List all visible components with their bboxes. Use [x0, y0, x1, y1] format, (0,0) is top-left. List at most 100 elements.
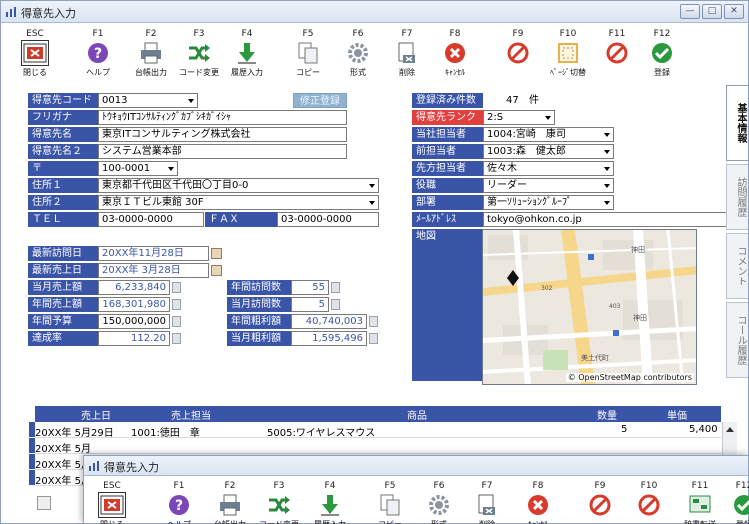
cancel-icon — [442, 41, 468, 65]
calculator-icon[interactable] — [331, 299, 340, 310]
toolbar-button-f12[interactable]: F12 登録 — [638, 28, 686, 84]
col-date[interactable]: 売上日 — [81, 407, 111, 422]
col-staff[interactable]: 売上担当 — [171, 407, 211, 422]
toolbar-button-f5[interactable]: F5 コピー — [284, 28, 332, 84]
code-select[interactable]: 0013 — [98, 93, 198, 108]
toolbar-button-f6[interactable]: F6 形式 — [334, 28, 382, 84]
rank-select[interactable]: 2:S — [483, 110, 555, 125]
year-sales-field[interactable]: 168,301,980 — [98, 297, 170, 312]
window-title: 得意先入力 — [21, 7, 76, 20]
calculator-icon[interactable] — [369, 316, 378, 327]
toolbar-button-f8[interactable]: F8 ｷｬﾝｾﾙ — [514, 480, 562, 524]
name-field[interactable]: 東京ITコンサルティング株式会社 — [98, 127, 347, 142]
dept-select[interactable]: 第一ｿﾘｭｰｼｮﾝｸﾞﾙｰﾌﾟ — [483, 195, 614, 210]
map-view[interactable]: 神田 302 神田 403 美土代町 © OpenStreetMap contr… — [482, 229, 697, 385]
toolbar-button-f9[interactable]: F9 — [494, 28, 542, 84]
col-qty[interactable]: 数量 — [597, 407, 617, 422]
fax-field[interactable]: 03-0000-0000 — [277, 212, 379, 227]
title-bar[interactable]: 得意先入力 — □ ✕ — [1, 1, 748, 23]
year-visits-field[interactable]: 55 — [291, 280, 329, 295]
toolbar-button-f11[interactable]: F11 辞書転送 — [676, 480, 724, 524]
month-sales-field[interactable]: 6,233,840 — [98, 280, 170, 295]
tab-call-history[interactable]: コール履歴 — [726, 302, 748, 378]
function-key-label: F10 — [640, 481, 658, 491]
toolbar-button-f3[interactable]: F3 コード変更 — [255, 480, 303, 524]
gear-icon — [426, 493, 452, 517]
toolbar-button-label: コピー — [366, 519, 414, 524]
maximize-button[interactable]: □ — [702, 4, 722, 19]
addr2-select[interactable]: 東京ＩＴビル東館 30F — [98, 195, 379, 210]
zip-select[interactable]: 100-0001 — [98, 161, 178, 176]
toolbar-button-f5[interactable]: F5 コピー — [366, 480, 414, 524]
tab-basic-info[interactable]: 基本情報 — [726, 85, 748, 161]
calendar-icon[interactable] — [211, 265, 222, 276]
toolbar-button-f3[interactable]: F3 コード変更 — [175, 28, 223, 84]
minimize-button[interactable]: — — [680, 4, 700, 19]
toolbar-button-label: ﾍﾟｰｼﾞ切替 — [550, 68, 586, 77]
cancel-icon — [525, 493, 551, 517]
prev-rep-select[interactable]: 1003:森 健太郎 — [483, 144, 614, 159]
toolbar-button-f11[interactable]: F11 — [593, 28, 641, 84]
month-visits-label: 当月訪問数 — [227, 297, 291, 312]
toolbar-button-f7[interactable]: F7 削除 — [383, 28, 431, 84]
last-visit-field[interactable]: 20XX年11月28日 — [98, 246, 209, 261]
year-visits-label: 年間訪問数 — [227, 280, 291, 295]
close-button[interactable]: ✕ — [724, 4, 744, 19]
achieve-field[interactable]: 112.20 — [98, 331, 170, 346]
table-row[interactable]: 20XX年 5月29日 1001:徳田 章 5005:ワイヤレスマウス 5 5,… — [35, 422, 721, 439]
year-budget-field[interactable]: 150,000,000 — [98, 314, 170, 329]
svg-text:?: ? — [94, 46, 102, 62]
toolbar-button-f10[interactable]: F10 ﾍﾟｰｼﾞ切替 — [544, 28, 592, 84]
toolbar-button-f4[interactable]: F4 履歴入力 — [223, 28, 271, 84]
month-visits-field[interactable]: 5 — [291, 297, 329, 312]
toolbar-button-f9[interactable]: F9 — [576, 480, 624, 524]
title-select[interactable]: リーダー — [483, 178, 614, 193]
toolbar-button-f4[interactable]: F4 履歴入力 — [306, 480, 354, 524]
tab-comment[interactable]: コメント — [726, 233, 748, 299]
calculator-icon[interactable] — [172, 299, 181, 310]
fix-register-button[interactable]: 修正登録 — [293, 93, 347, 108]
col-product[interactable]: 商品 — [407, 407, 427, 422]
year-profit-field[interactable]: 40,740,003 — [291, 314, 367, 329]
mail-field[interactable]: tokyo@ohkon.co.jp — [483, 212, 727, 227]
name2-field[interactable]: システム営業本部 — [98, 144, 347, 159]
toolbar-button-f1[interactable]: F1? ヘルプ — [155, 480, 203, 524]
addr1-select[interactable]: 東京都千代田区千代田〇丁目0-0 — [98, 178, 379, 193]
month-profit-field[interactable]: 1,595,496 — [291, 331, 367, 346]
disabled-icon — [505, 41, 531, 65]
col-price[interactable]: 単価 — [667, 407, 687, 422]
toolbar-button-label: 台帳出力 — [135, 68, 167, 77]
cell-date: 20XX年 5月29日 — [35, 428, 114, 439]
toolbar-button-f8[interactable]: F8 ｷｬﾝｾﾙ — [431, 28, 479, 84]
toolbar-button-f1[interactable]: F1? ヘルプ — [74, 28, 122, 84]
function-key-label: F9 — [512, 29, 524, 39]
toolbar-button-esc[interactable]: ESC 閉じる — [11, 28, 59, 84]
toolbar-button-f12[interactable]: F12 登録 — [720, 480, 749, 524]
rep-select[interactable]: 1004:宮崎 康司 — [483, 127, 614, 142]
tab-visit-history[interactable]: 訪問履歴 — [726, 164, 748, 230]
second-title-bar[interactable]: 得意先入力 — [84, 456, 748, 476]
toolbar-button-f6[interactable]: F6 形式 — [415, 480, 463, 524]
scroll-left-button[interactable] — [37, 496, 51, 510]
calculator-icon[interactable] — [331, 282, 340, 293]
svg-text:403: 403 — [609, 303, 621, 310]
toolbar-button-f10[interactable]: F10 — [625, 480, 673, 524]
svg-text:神田: 神田 — [631, 245, 645, 254]
cell-price: 5,400 — [689, 424, 718, 435]
kana-field[interactable]: ﾄｳｷｮｳITｺﾝｻﾙﾃｨﾝｸﾞｶﾌﾞｼｷｶﾞｲｼｬ — [98, 110, 347, 125]
calculator-icon[interactable] — [172, 316, 181, 327]
calculator-icon[interactable] — [369, 333, 378, 344]
toolbar-button-f7[interactable]: F7 削除 — [463, 480, 511, 524]
calculator-icon[interactable] — [172, 282, 181, 293]
contact-select[interactable]: 佐々木 — [483, 161, 614, 176]
toolbar-button-f2[interactable]: F2 台帳出力 — [127, 28, 175, 84]
tel-field[interactable]: 03-0000-0000 — [98, 212, 204, 227]
toolbar-button-f2[interactable]: F2 台帳出力 — [206, 480, 254, 524]
table-row[interactable]: 20XX年 5月 — [35, 438, 721, 455]
scroll-up-icon[interactable] — [726, 427, 734, 432]
toolbar-button-esc[interactable]: ESC 閉じる — [88, 480, 136, 524]
last-sale-field[interactable]: 20XX年 3月28日 — [98, 263, 209, 278]
function-key-label: F10 — [559, 29, 577, 39]
calendar-icon[interactable] — [211, 248, 222, 259]
calculator-icon[interactable] — [172, 333, 181, 344]
